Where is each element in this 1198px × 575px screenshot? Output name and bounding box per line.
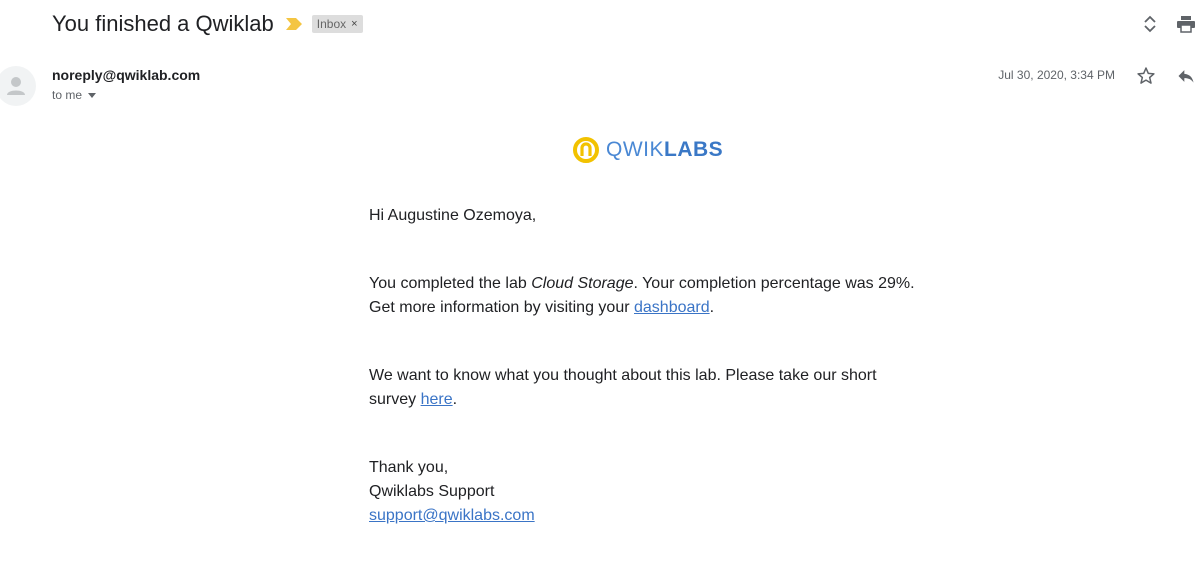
subject-row: You finished a Qwiklab Inbox × (52, 8, 363, 40)
more-info-line: Get more information by visiting your da… (369, 296, 929, 320)
logo-text-bold: LABS (664, 138, 724, 161)
person-icon (7, 77, 25, 95)
lab-name: Cloud Storage (531, 275, 634, 292)
logo-text-light: QWIK (606, 138, 664, 161)
sender-address[interactable]: noreply@qwiklab.com (52, 67, 200, 83)
caret-down-icon (88, 92, 97, 98)
recipient-details-toggle[interactable]: to me (52, 88, 97, 102)
email-date: Jul 30, 2020, 3:34 PM (998, 68, 1115, 82)
completion-line: You completed the lab Cloud Storage. You… (369, 272, 929, 296)
reply-icon[interactable] (1174, 64, 1198, 88)
survey-link[interactable]: here (421, 391, 453, 408)
completion-text-post: . Your completion percentage was 29%. (633, 275, 915, 292)
survey-period: . (452, 391, 458, 408)
label-chip-inbox: Inbox × (311, 15, 363, 33)
dashboard-link[interactable]: dashboard (634, 299, 710, 316)
recipient-label: to me (52, 88, 83, 102)
message-actions (1118, 64, 1198, 88)
star-icon[interactable] (1134, 64, 1158, 88)
survey-line-2: survey here. (369, 388, 929, 412)
email-subject: You finished a Qwiklab (52, 11, 274, 36)
more-info-text: Get more information by visiting your (369, 299, 634, 316)
thread-actions (1126, 12, 1198, 36)
completion-text-pre: You completed the lab (369, 275, 532, 292)
print-icon[interactable] (1174, 12, 1198, 36)
sender-avatar[interactable] (0, 66, 36, 106)
survey-line-1: We want to know what you thought about t… (369, 367, 877, 384)
remove-label-button[interactable]: × (351, 18, 357, 30)
qwiklabs-logo: QWIKLABS (572, 136, 723, 164)
survey-text: survey (369, 391, 421, 408)
more-info-period: . (709, 299, 715, 316)
email-view: You finished a Qwiklab Inbox × noreply@q… (0, 0, 1198, 575)
label-chip-text: Inbox (316, 17, 347, 31)
importance-marker-icon[interactable] (285, 18, 302, 30)
greeting: Hi Augustine Ozemoya, (369, 207, 537, 224)
signature-block: Thank you, Qwiklabs Support support@qwik… (369, 456, 929, 528)
qwiklabs-logo-icon (573, 137, 599, 163)
expand-collapse-icon[interactable] (1138, 12, 1162, 36)
sign-off: Thank you, (369, 459, 449, 476)
survey-paragraph: We want to know what you thought about t… (369, 364, 929, 412)
logo-wordmark: QWIKLABS (606, 136, 723, 164)
support-email-link[interactable]: support@qwiklabs.com (369, 504, 929, 528)
completion-paragraph: You completed the lab Cloud Storage. You… (369, 272, 929, 320)
signature-name: Qwiklabs Support (369, 483, 495, 500)
